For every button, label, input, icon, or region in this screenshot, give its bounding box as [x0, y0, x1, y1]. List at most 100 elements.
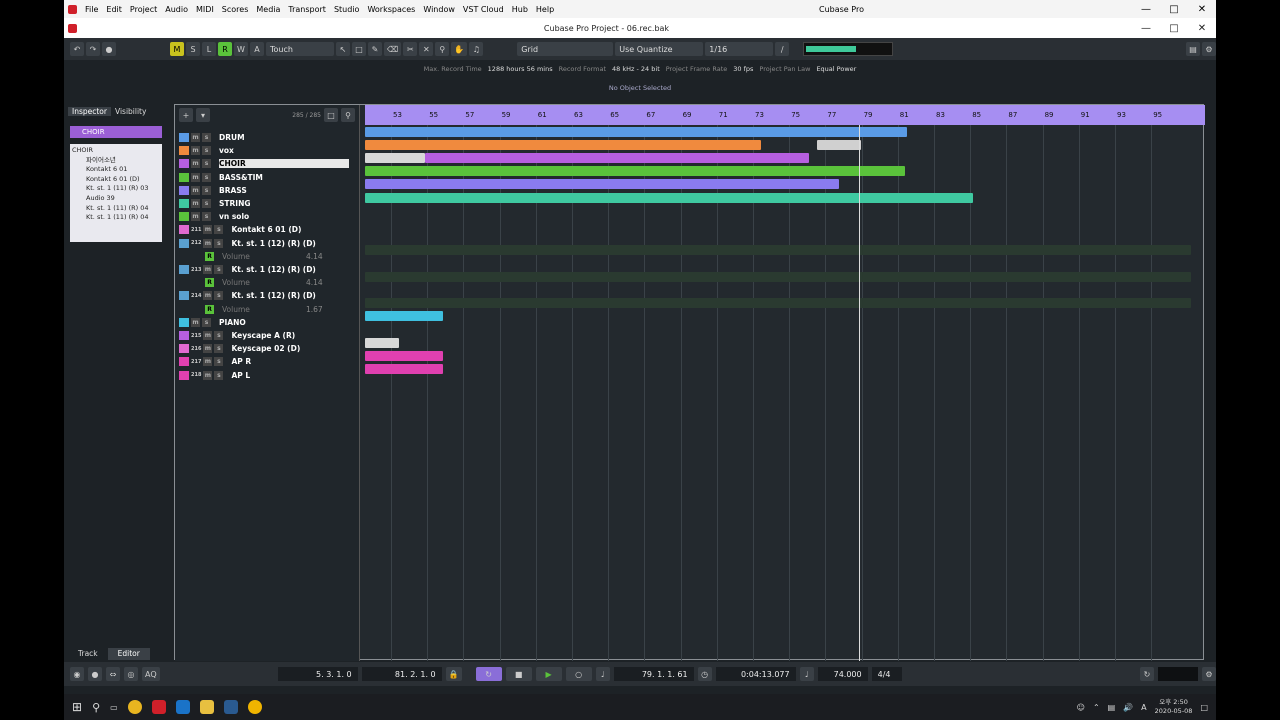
event-part[interactable] [817, 139, 861, 150]
chevron-down-icon[interactable]: ▾ [196, 108, 210, 122]
list-item[interactable]: Kt. st. 1 (11) (R) 04 [72, 204, 160, 214]
track-name[interactable]: PIANO [219, 318, 246, 327]
file-explorer-icon[interactable] [199, 700, 214, 714]
mute-button[interactable]: m [191, 317, 200, 327]
list-item[interactable]: Audio 39 [72, 194, 160, 204]
stop-button[interactable]: ■ [505, 667, 532, 681]
track-name[interactable]: Volume [222, 305, 302, 314]
task-view-icon[interactable]: ▭ [110, 703, 118, 712]
track-name[interactable]: Kt. st. 1 (12) (R) (D) [231, 291, 315, 300]
event-part[interactable] [425, 152, 809, 163]
mute-button[interactable]: m [203, 344, 213, 354]
play-button[interactable]: ▶ [535, 667, 562, 681]
solo-button[interactable]: s [202, 185, 211, 195]
menu-workspaces[interactable]: Workspaces [363, 5, 419, 14]
event-part[interactable] [365, 298, 1191, 309]
solo-button[interactable]: s [214, 291, 224, 301]
track-name[interactable]: Keyscape 02 (D) [231, 344, 300, 353]
track-row[interactable]: 213 m s Kt. st. 1 (12) (R) (D) [175, 263, 355, 276]
menu-window[interactable]: Window [419, 5, 459, 14]
frame-rate-value[interactable]: 30 fps [733, 65, 753, 73]
menu-media[interactable]: Media [252, 5, 284, 14]
track-name[interactable]: BRASS [219, 186, 247, 195]
menu-transport[interactable]: Transport [284, 5, 330, 14]
track-row[interactable]: m s vn solo [175, 210, 355, 223]
track-row[interactable]: m s BRASS [175, 184, 355, 197]
lock-icon[interactable]: 🔒 [445, 667, 462, 681]
track-name[interactable]: CHOIR [219, 159, 349, 169]
undo-icon[interactable]: ↶ [70, 42, 84, 56]
track-name[interactable]: Volume [222, 278, 302, 287]
menu-scores[interactable]: Scores [218, 5, 253, 14]
quantize-preset-select[interactable]: Use Quantize [615, 42, 704, 56]
app-icon[interactable] [247, 700, 262, 714]
track-name[interactable]: Keyscape A (R) [231, 331, 295, 340]
solo-button[interactable]: s [202, 159, 211, 169]
track-name[interactable]: DRUM [219, 133, 245, 142]
notification-icon[interactable]: □ [1200, 703, 1208, 712]
timeline-ruler[interactable]: 53 55 57 59 61 63 65 67 69 71 73 75 77 79 81 83 85 87 89 91… [365, 105, 1205, 125]
event-part[interactable] [365, 337, 399, 348]
auto-quantize-button[interactable]: AQ [142, 667, 160, 681]
track-row[interactable]: m s vox [175, 144, 355, 157]
mute-button[interactable]: m [203, 225, 213, 235]
read-automation-button[interactable]: R [205, 278, 214, 288]
solo-button[interactable]: s [214, 344, 224, 354]
outlook-icon[interactable] [175, 700, 190, 714]
grid-type-select[interactable]: Grid [517, 42, 614, 56]
cycle-button[interactable]: ↻ [475, 667, 502, 681]
tab-editor[interactable]: Editor [107, 648, 150, 660]
close-icon[interactable]: ✕ [1188, 4, 1216, 15]
event-part[interactable] [365, 350, 443, 361]
track-row[interactable]: 216 m s Keyscape 02 (D) [175, 342, 355, 355]
track-row[interactable]: R Volume 4.14 [175, 276, 355, 289]
automation-button[interactable]: A [250, 42, 264, 56]
menu-help[interactable]: Help [532, 5, 558, 14]
track-row[interactable]: 211 m s Kontakt 6 01 (D) [175, 223, 355, 236]
mute-button[interactable]: m [191, 172, 200, 182]
menu-edit[interactable]: Edit [102, 5, 126, 14]
clock-icon[interactable]: ◷ [697, 667, 712, 681]
tab-inspector[interactable]: Inspector [68, 106, 111, 116]
right-locator[interactable]: 81. 2. 1. 0 [361, 667, 442, 681]
solo-button[interactable]: s [202, 212, 211, 222]
time-signature[interactable]: 4/4 [871, 667, 902, 681]
hand-tool-icon[interactable]: ✋ [451, 42, 468, 56]
track-row[interactable]: R Volume 4.14 [175, 250, 355, 263]
solo-button[interactable]: s [214, 265, 224, 275]
solo-button[interactable]: s [214, 370, 224, 380]
arrow-tool-icon[interactable]: ↖ [336, 42, 350, 56]
project-cursor[interactable] [859, 125, 860, 661]
automation-value[interactable]: 4.14 [306, 278, 323, 287]
event-part[interactable] [365, 245, 1191, 256]
track-row[interactable]: 215 m s Keyscape A (R) [175, 329, 355, 342]
mute-button[interactable]: m [203, 291, 213, 301]
position-time[interactable]: 0:04:13.077 [715, 667, 796, 681]
automation-value[interactable]: 4.14 [306, 252, 323, 261]
mute-button[interactable]: m [191, 212, 200, 222]
event-part[interactable] [365, 166, 905, 177]
volume-icon[interactable]: 🔊 [1123, 703, 1133, 712]
max-record-time-value[interactable]: 1288 hours 56 mins [488, 65, 553, 73]
mute-button[interactable]: m [203, 357, 213, 367]
event-part[interactable] [365, 152, 425, 163]
track-row[interactable]: m s DRUM [175, 131, 355, 144]
mute-button[interactable]: m [203, 265, 213, 275]
mute-button[interactable]: m [191, 159, 200, 169]
menu-hub[interactable]: Hub [508, 5, 532, 14]
quantize-value-select[interactable]: 1/16 [705, 42, 774, 56]
track-row[interactable]: 218 m s AP L [175, 369, 355, 382]
close-icon[interactable]: ✕ [1188, 23, 1216, 34]
steam-icon[interactable] [223, 700, 238, 714]
record-button[interactable]: ○ [565, 667, 592, 681]
track-name[interactable]: STRING [219, 199, 251, 208]
solo-button[interactable]: s [202, 317, 211, 327]
cubase-taskbar-icon[interactable] [151, 700, 166, 714]
inspector-track-name[interactable]: CHOIR [70, 126, 162, 138]
mute-tool-icon[interactable]: ✕ [419, 42, 434, 56]
maximize-icon[interactable]: □ [1160, 4, 1188, 15]
solo-button[interactable]: s [202, 199, 211, 209]
mute-button[interactable]: m [191, 185, 200, 195]
mute-button[interactable]: m [203, 238, 213, 248]
menu-studio[interactable]: Studio [330, 5, 363, 14]
